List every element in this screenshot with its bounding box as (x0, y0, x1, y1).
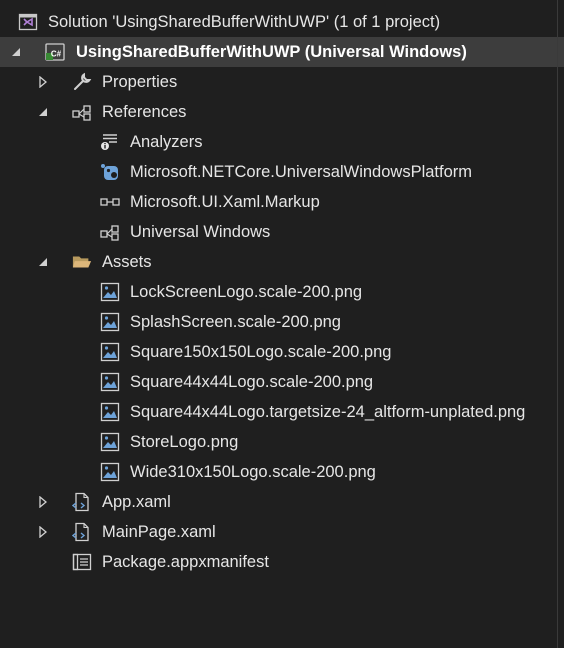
tree-item-asset-file[interactable]: Square44x44Logo.scale-200.png (0, 367, 564, 397)
csharp-project-icon: C# (45, 42, 65, 62)
tree-item-universal-windows[interactable]: Universal Windows (0, 217, 564, 247)
asset-file-label: SplashScreen.scale-200.png (130, 312, 341, 331)
tree-item-assets[interactable]: Assets (0, 247, 564, 277)
image-file-icon (100, 402, 120, 422)
assets-label: Assets (102, 252, 152, 271)
analyzers-icon (100, 132, 120, 152)
tree-item-solution[interactable]: Solution 'UsingSharedBufferWithUWP' (1 o… (0, 7, 564, 37)
image-file-icon (100, 462, 120, 482)
xaml-file-icon (72, 492, 92, 512)
tree-item-asset-file[interactable]: SplashScreen.scale-200.png (0, 307, 564, 337)
tree-item-mainpage-xaml[interactable]: MainPage.xaml (0, 517, 564, 547)
tree-item-asset-file[interactable]: StoreLogo.png (0, 427, 564, 457)
universal-windows-label: Universal Windows (130, 222, 271, 241)
project-label: UsingSharedBufferWithUWP (Universal Wind… (76, 42, 467, 61)
xaml-markup-label: Microsoft.UI.Xaml.Markup (130, 192, 320, 211)
xaml-file-icon (72, 522, 92, 542)
references-icon (100, 222, 120, 242)
tree-item-package-manifest[interactable]: Package.appxmanifest (0, 547, 564, 577)
panel-divider (557, 0, 558, 648)
solution-icon (18, 12, 38, 32)
tree-item-asset-file[interactable]: Square150x150Logo.scale-200.png (0, 337, 564, 367)
references-label: References (102, 102, 187, 121)
asset-file-label: StoreLogo.png (130, 432, 239, 451)
expand-arrow-icon[interactable] (37, 526, 49, 538)
netcore-label: Microsoft.NETCore.UniversalWindowsPlatfo… (130, 162, 472, 181)
tree-item-references[interactable]: References (0, 97, 564, 127)
svg-text:C#: C# (51, 50, 62, 59)
collapse-arrow-icon[interactable] (37, 256, 49, 268)
asset-file-label: LockScreenLogo.scale-200.png (130, 282, 363, 301)
image-file-icon (100, 342, 120, 362)
asset-file-label: Wide310x150Logo.scale-200.png (130, 462, 376, 481)
tree-item-project[interactable]: C# UsingSharedBufferWithUWP (Universal W… (0, 37, 564, 67)
asset-file-label: Square150x150Logo.scale-200.png (130, 342, 392, 361)
nuget-package-icon (100, 162, 120, 182)
tree-item-app-xaml[interactable]: App.xaml (0, 487, 564, 517)
app-xaml-label: App.xaml (102, 492, 171, 511)
image-file-icon (100, 312, 120, 332)
tree-item-asset-file[interactable]: LockScreenLogo.scale-200.png (0, 277, 564, 307)
asset-file-label: Square44x44Logo.scale-200.png (130, 372, 374, 391)
tree-item-properties[interactable]: Properties (0, 67, 564, 97)
image-file-icon (100, 372, 120, 392)
asset-file-label: Square44x44Logo.targetsize-24_altform-un… (130, 402, 526, 421)
analyzers-label: Analyzers (130, 132, 203, 151)
collapse-arrow-icon[interactable] (10, 46, 22, 58)
wrench-icon (72, 72, 92, 92)
assembly-reference-icon (100, 192, 120, 212)
tree-item-netcore-package[interactable]: Microsoft.NETCore.UniversalWindowsPlatfo… (0, 157, 564, 187)
expand-arrow-icon[interactable] (37, 76, 49, 88)
collapse-arrow-icon[interactable] (37, 106, 49, 118)
references-icon (72, 102, 92, 122)
tree-item-analyzers[interactable]: Analyzers (0, 127, 564, 157)
manifest-icon (72, 552, 92, 572)
solution-explorer-tree: Solution 'UsingSharedBufferWithUWP' (1 o… (0, 0, 564, 648)
expand-arrow-icon[interactable] (37, 496, 49, 508)
solution-label: Solution 'UsingSharedBufferWithUWP' (1 o… (48, 12, 441, 31)
tree-item-asset-file[interactable]: Wide310x150Logo.scale-200.png (0, 457, 564, 487)
properties-label: Properties (102, 72, 178, 91)
image-file-icon (100, 282, 120, 302)
open-folder-icon (72, 252, 92, 272)
tree-item-asset-file[interactable]: Square44x44Logo.targetsize-24_altform-un… (0, 397, 564, 427)
mainpage-xaml-label: MainPage.xaml (102, 522, 216, 541)
manifest-label: Package.appxmanifest (102, 552, 269, 571)
image-file-icon (100, 432, 120, 452)
tree-item-xaml-markup[interactable]: Microsoft.UI.Xaml.Markup (0, 187, 564, 217)
